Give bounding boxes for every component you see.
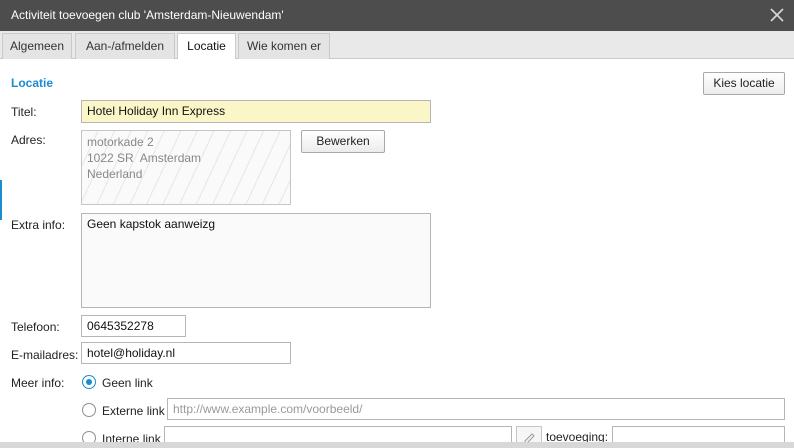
address-field: motorkade 2 1022 SR Amsterdam Nederland [81,130,291,205]
phone-field[interactable]: 0645352278 [81,315,186,337]
email-label: E-mailadres: [11,348,79,362]
window-title: Activiteit toevoegen club 'Amsterdam-Nie… [11,8,284,22]
bottom-scroll-strip [0,442,794,448]
left-edge-accent [0,180,2,220]
tab-bar: Algemeen Aan-/afmelden Locatie Wie komen… [0,31,794,60]
radio-button[interactable] [82,403,96,417]
phone-label: Telefoon: [11,320,60,334]
radio-button[interactable] [82,375,96,389]
address-line: 1022 SR Amsterdam [87,151,202,165]
extra-info-field[interactable]: Geen kapstok aanweizg [81,213,431,308]
radio-label: Externe link [102,404,165,418]
address-line: Nederland [87,167,143,181]
close-icon[interactable] [768,6,786,24]
dialog-content: Locatie Kies locatie Titel: Hotel Holida… [0,59,794,448]
tab-wie-komen-er[interactable]: Wie komen er [238,33,330,59]
radio-external-link[interactable]: Externe link [82,402,172,420]
address-line: motorkade 2 [87,135,154,149]
email-field[interactable]: hotel@holiday.nl [81,342,291,364]
extra-info-label: Extra info: [11,218,66,232]
edit-address-button[interactable]: Bewerken [301,130,385,153]
radio-no-link[interactable]: Geen link [82,374,202,392]
tab-locatie[interactable]: Locatie [177,33,236,60]
radio-label: Geen link [102,376,153,390]
title-field[interactable]: Hotel Holiday Inn Express [81,100,431,123]
title-label: Titel: [11,105,37,119]
external-link-field[interactable]: http://www.example.com/voorbeeld/ [167,398,785,420]
choose-location-button[interactable]: Kies locatie [703,72,785,95]
tab-aan-afmelden[interactable]: Aan-/afmelden [75,33,175,59]
section-title: Locatie [11,76,54,90]
tab-algemeen[interactable]: Algemeen [2,33,72,59]
window-titlebar: Activiteit toevoegen club 'Amsterdam-Nie… [0,0,794,31]
address-label: Adres: [11,133,46,147]
more-info-label: Meer info: [11,376,65,390]
